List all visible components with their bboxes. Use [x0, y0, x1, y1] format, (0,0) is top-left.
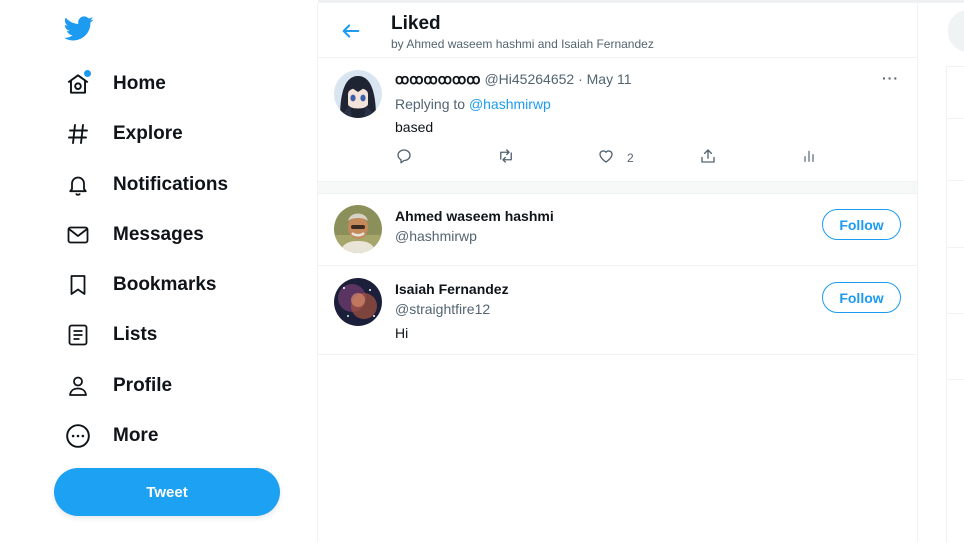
nav-label-explore: Explore: [113, 123, 183, 144]
reply-icon: [395, 147, 413, 170]
nav-item-home[interactable]: Home: [64, 64, 166, 104]
main-column: Liked by Ahmed waseem hashmi and Isaiah …: [317, 3, 918, 542]
divider: [947, 247, 964, 248]
tweet[interactable]: ꝏꝏꝏꝏꝏꝏ @Hi45264652 · May 11 ··· Replying…: [318, 58, 917, 181]
follow-button[interactable]: Follow: [822, 209, 901, 240]
person-icon: [64, 372, 92, 400]
twitter-logo-icon[interactable]: [64, 16, 94, 42]
analytics-icon: [801, 147, 817, 170]
reply-button[interactable]: [395, 148, 413, 168]
more-circle-icon: [64, 422, 92, 450]
like-button[interactable]: 2: [597, 148, 634, 168]
search-field[interactable]: [948, 10, 964, 52]
notification-dot: [84, 70, 91, 77]
avatar[interactable]: [334, 70, 382, 118]
avatar[interactable]: [334, 278, 382, 326]
divider: [947, 379, 964, 380]
avatar[interactable]: [334, 205, 382, 253]
nav-label-messages: Messages: [113, 224, 204, 245]
divider: [947, 180, 964, 181]
replying-prefix: Replying to: [395, 96, 466, 112]
share-icon: [699, 147, 717, 170]
like-count: 2: [627, 151, 634, 165]
list-icon: [64, 321, 92, 349]
nav-item-notifications[interactable]: Notifications: [64, 165, 228, 205]
nav-label-bookmarks: Bookmarks: [113, 274, 217, 295]
page-title: Liked: [391, 13, 441, 34]
envelope-icon: [64, 221, 92, 249]
heart-icon: [597, 147, 615, 170]
user-cell[interactable]: Ahmed waseem hashmi @hashmirwp Follow: [318, 193, 917, 266]
divider: [947, 313, 964, 314]
user-cell[interactable]: Isaiah Fernandez @straightfire12 Hi Foll…: [318, 266, 917, 355]
user-name[interactable]: Ahmed waseem hashmi: [395, 208, 554, 224]
user-bio: Hi: [395, 325, 409, 341]
user-handle: @straightfire12: [395, 301, 491, 317]
trends-panel: [946, 66, 964, 543]
nav-label-profile: Profile: [113, 375, 173, 396]
nav-label-more: More: [113, 425, 159, 446]
nav-label-home: Home: [113, 73, 166, 94]
user-name[interactable]: Isaiah Fernandez: [395, 281, 509, 297]
nav-item-bookmarks[interactable]: Bookmarks: [64, 265, 217, 305]
nav-item-messages[interactable]: Messages: [64, 215, 204, 255]
nav-item-explore[interactable]: Explore: [64, 114, 183, 154]
user-handle: @hashmirwp: [395, 228, 477, 244]
replying-handle-link[interactable]: @hashmirwp: [469, 96, 551, 112]
sidebar: Home Explore Notifications Messages Book…: [0, 0, 318, 542]
nav-label-notifications: Notifications: [113, 174, 229, 195]
nav-label-lists: Lists: [113, 324, 158, 345]
page-header: Liked by Ahmed waseem hashmi and Isaiah …: [318, 3, 917, 58]
analytics-button[interactable]: [801, 148, 817, 168]
bookmark-icon: [64, 271, 92, 299]
replying-to: Replying to @hashmirwp: [395, 96, 551, 112]
bell-icon: [64, 171, 92, 199]
tweet-button[interactable]: Tweet: [54, 468, 280, 516]
back-arrow-icon[interactable]: [340, 20, 362, 42]
tweet-author-name[interactable]: ꝏꝏꝏꝏꝏꝏ: [395, 71, 481, 87]
hashtag-icon: [64, 120, 92, 148]
tweet-handle-date: @Hi45264652 · May 11: [484, 71, 632, 87]
nav-item-more[interactable]: More: [64, 416, 158, 456]
follow-button[interactable]: Follow: [822, 282, 901, 313]
tweet-text: based: [395, 119, 434, 135]
share-button[interactable]: [699, 148, 717, 168]
more-options-icon[interactable]: ···: [882, 70, 899, 86]
home-icon: [64, 70, 92, 98]
tweet-meta: ꝏꝏꝏꝏꝏꝏ @Hi45264652 · May 11: [395, 71, 632, 88]
nav-item-profile[interactable]: Profile: [64, 366, 172, 406]
page-subtitle: by Ahmed waseem hashmi and Isaiah Fernan…: [391, 37, 654, 51]
retweet-icon: [496, 147, 516, 170]
retweet-button[interactable]: [496, 148, 516, 168]
nav-item-lists[interactable]: Lists: [64, 315, 157, 355]
divider: [947, 118, 964, 119]
